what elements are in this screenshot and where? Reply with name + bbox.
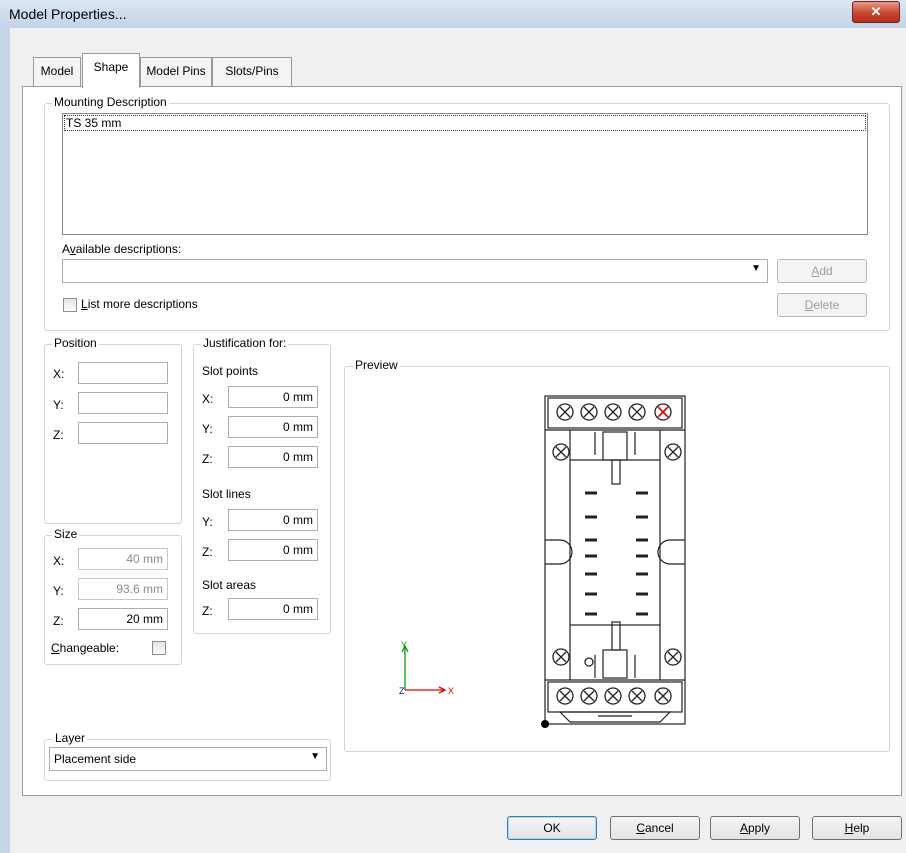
close-icon: ✕ bbox=[870, 4, 882, 19]
tab-label: Model Pins bbox=[146, 64, 206, 78]
delete-button[interactable]: Delete bbox=[777, 293, 867, 317]
position-y-field[interactable] bbox=[78, 392, 168, 414]
slot-points-label: Slot points bbox=[202, 364, 259, 378]
label-part: pply bbox=[748, 821, 771, 835]
slot-areas-z-field[interactable]: 0 mm bbox=[228, 598, 318, 620]
origin-point-icon bbox=[541, 720, 549, 728]
layer-label: Layer bbox=[53, 731, 88, 745]
label-part: ailable descriptions: bbox=[75, 242, 182, 256]
size-y-label: Y: bbox=[53, 584, 64, 598]
tab-label: Slots/Pins bbox=[225, 64, 279, 78]
slot-lines-z-label: Z: bbox=[202, 545, 213, 559]
changeable-label: Changeable: bbox=[51, 641, 119, 655]
cancel-button[interactable]: Cancel bbox=[610, 816, 700, 840]
tab-shape[interactable]: Shape bbox=[82, 53, 140, 88]
size-z-label: Z: bbox=[53, 614, 64, 628]
label-part: elete bbox=[813, 298, 840, 312]
label-accelerator: C bbox=[51, 641, 60, 655]
slot-points-z-label: Z: bbox=[202, 452, 213, 466]
axis-gizmo bbox=[401, 644, 447, 694]
mounting-description-list[interactable]: TS 35 mm bbox=[62, 113, 868, 235]
size-z-field[interactable]: 20 mm bbox=[78, 608, 168, 630]
inner-plate bbox=[569, 459, 661, 626]
label-part: ist more descriptions bbox=[87, 297, 198, 311]
label-part: ancel bbox=[644, 821, 674, 835]
slot-points-x-field[interactable]: 0 mm bbox=[228, 386, 318, 408]
combo-value: Placement side bbox=[54, 752, 137, 766]
tab-model-pins[interactable]: Model Pins bbox=[140, 57, 212, 86]
label-part: elp bbox=[853, 821, 870, 835]
chevron-down-icon[interactable]: ▼ bbox=[310, 751, 320, 762]
position-x-label: X: bbox=[53, 367, 65, 381]
tab-model[interactable]: Model bbox=[33, 57, 81, 86]
slot-areas-z-label: Z: bbox=[202, 604, 213, 618]
label-accelerator: A bbox=[739, 821, 748, 835]
tab-label: Model bbox=[40, 64, 74, 78]
axis-x-label: X bbox=[448, 686, 454, 696]
add-button[interactable]: Add bbox=[777, 259, 867, 283]
slot-points-z-field[interactable]: 0 mm bbox=[228, 446, 318, 468]
close-button[interactable]: ✕ bbox=[852, 1, 900, 23]
available-descriptions-combo[interactable]: ▼ bbox=[62, 259, 768, 283]
list-more-descriptions-checkbox[interactable] bbox=[63, 298, 77, 312]
mounting-description-label: Mounting Description bbox=[52, 95, 169, 109]
label-accelerator: C bbox=[636, 821, 645, 835]
help-button[interactable]: Help bbox=[812, 816, 902, 840]
window-title: Model Properties... bbox=[9, 6, 127, 22]
position-y-label: Y: bbox=[53, 398, 64, 412]
position-z-label: Z: bbox=[53, 428, 64, 442]
size-x-field[interactable]: 40 mm bbox=[78, 548, 168, 570]
tab-label: Shape bbox=[93, 60, 129, 74]
slot-lines-z-field[interactable]: 0 mm bbox=[228, 539, 318, 561]
size-label: Size bbox=[52, 527, 80, 541]
list-more-descriptions-label: List more descriptions bbox=[81, 297, 198, 311]
slot-points-y-field[interactable]: 0 mm bbox=[228, 416, 318, 438]
window-left-edge bbox=[0, 28, 10, 853]
position-z-field[interactable] bbox=[78, 422, 168, 444]
ok-button[interactable]: OK bbox=[507, 816, 597, 840]
chevron-down-icon[interactable]: ▼ bbox=[751, 263, 761, 274]
size-y-field[interactable]: 93.6 mm bbox=[78, 578, 168, 600]
preview-drawing: Y X Z bbox=[399, 395, 686, 728]
label-accelerator: L bbox=[81, 297, 88, 311]
position-x-field[interactable] bbox=[78, 362, 168, 384]
label-accelerator: D bbox=[804, 298, 814, 312]
justification-label: Justification for: bbox=[201, 336, 289, 350]
label-part: A bbox=[62, 242, 70, 256]
label-part: dd bbox=[819, 264, 833, 278]
apply-button[interactable]: Apply bbox=[710, 816, 800, 840]
changeable-checkbox[interactable] bbox=[152, 641, 166, 655]
hole-icon bbox=[584, 657, 594, 667]
axis-z-label: Z bbox=[399, 686, 405, 696]
size-x-label: X: bbox=[53, 554, 65, 568]
position-label: Position bbox=[52, 336, 99, 350]
slot-points-x-label: X: bbox=[202, 392, 214, 406]
slot-areas-label: Slot areas bbox=[202, 578, 257, 592]
slot-lines-y-label: Y: bbox=[202, 515, 213, 529]
available-descriptions-label: Available descriptions: bbox=[62, 242, 181, 256]
slot-lines-label: Slot lines bbox=[202, 487, 251, 501]
label-part: hangeable: bbox=[59, 641, 120, 655]
tab-slots-pins[interactable]: Slots/Pins bbox=[212, 57, 292, 86]
title-bar[interactable] bbox=[0, 0, 906, 28]
layer-combo[interactable]: Placement side ▼ bbox=[49, 747, 327, 771]
slot-points-y-label: Y: bbox=[202, 422, 213, 436]
slot-lines-y-field[interactable]: 0 mm bbox=[228, 509, 318, 531]
axis-y-label: Y bbox=[401, 640, 407, 650]
preview-label: Preview bbox=[353, 358, 400, 372]
list-item[interactable]: TS 35 mm bbox=[64, 115, 866, 131]
